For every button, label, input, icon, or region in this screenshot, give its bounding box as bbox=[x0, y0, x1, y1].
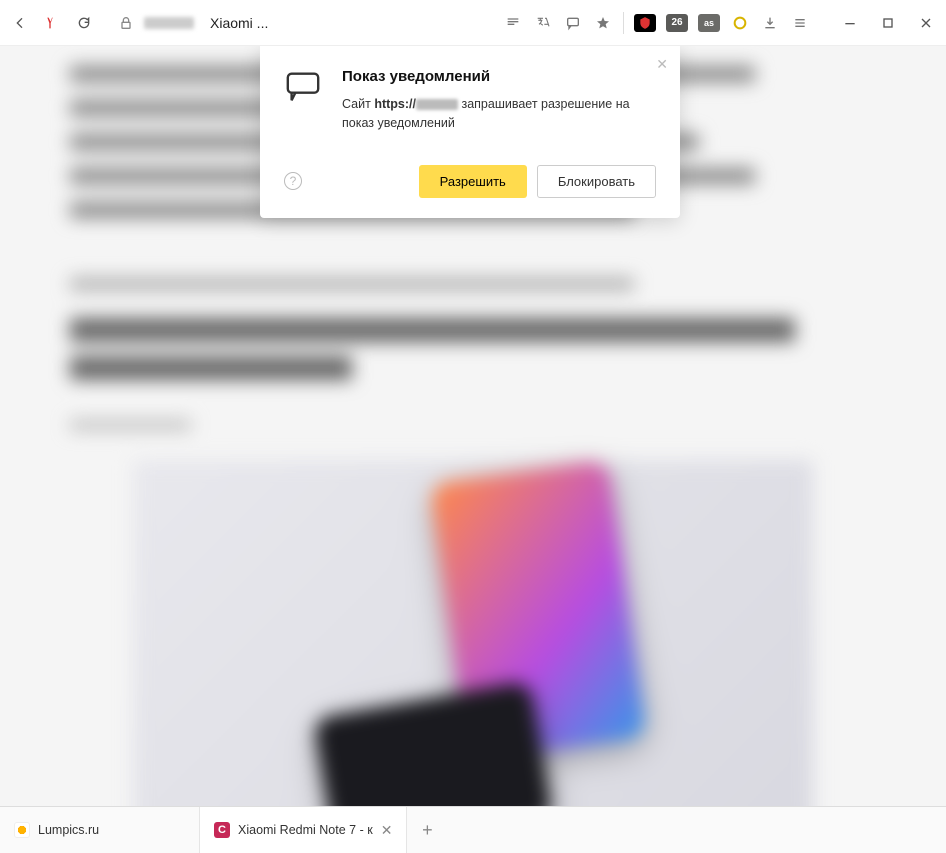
lock-icon bbox=[116, 13, 136, 33]
toolbar-actions: 26 as bbox=[503, 12, 810, 34]
popup-title: Показ уведомлений bbox=[342, 68, 656, 85]
popup-arrow bbox=[526, 46, 543, 54]
menu-icon[interactable] bbox=[790, 13, 810, 33]
site-name-blurred bbox=[416, 99, 458, 110]
address-bar[interactable]: Xiaomi ... bbox=[116, 13, 268, 33]
minimize-button[interactable] bbox=[840, 13, 860, 33]
reload-button[interactable] bbox=[74, 13, 94, 33]
allow-button[interactable]: Разрешить bbox=[419, 165, 527, 198]
back-button[interactable] bbox=[10, 13, 30, 33]
favicon-icon bbox=[14, 822, 30, 838]
tab-close-button[interactable]: ✕ bbox=[381, 822, 393, 839]
comment-icon[interactable] bbox=[563, 13, 583, 33]
reader-mode-icon[interactable] bbox=[503, 13, 523, 33]
popup-message: Сайт https:// запрашивает разрешение на … bbox=[342, 95, 656, 133]
bookmark-icon[interactable] bbox=[593, 13, 613, 33]
speech-bubble-icon bbox=[284, 68, 324, 133]
tab-label: Xiaomi Redmi Note 7 - к bbox=[238, 823, 373, 837]
yandex-home-button[interactable] bbox=[42, 13, 62, 33]
extension-as-icon[interactable]: as bbox=[698, 14, 720, 32]
maximize-button[interactable] bbox=[878, 13, 898, 33]
block-button[interactable]: Блокировать bbox=[537, 165, 656, 198]
tab-xiaomi[interactable]: C Xiaomi Redmi Note 7 - к ✕ bbox=[200, 807, 407, 853]
tab-lumpics[interactable]: Lumpics.ru bbox=[0, 807, 200, 853]
toolbar-divider bbox=[623, 12, 624, 34]
new-tab-button[interactable]: + bbox=[407, 807, 447, 853]
page-content: ✕ Показ уведомлений Сайт https:// запраш… bbox=[0, 46, 946, 806]
page-title: Xiaomi ... bbox=[210, 15, 268, 31]
favicon-icon: C bbox=[214, 822, 230, 838]
help-icon[interactable]: ? bbox=[284, 172, 302, 190]
tab-label: Lumpics.ru bbox=[38, 823, 99, 837]
downloads-icon[interactable] bbox=[760, 13, 780, 33]
extension-calendar-icon[interactable]: 26 bbox=[666, 14, 688, 32]
url-host-blurred bbox=[144, 17, 194, 29]
browser-toolbar: Xiaomi ... 26 as bbox=[0, 0, 946, 46]
extension-circle-icon[interactable] bbox=[730, 13, 750, 33]
tab-bar: Lumpics.ru C Xiaomi Redmi Note 7 - к ✕ + bbox=[0, 806, 946, 853]
popup-close-button[interactable]: ✕ bbox=[656, 56, 668, 73]
extension-adblock-icon[interactable] bbox=[634, 14, 656, 32]
close-window-button[interactable] bbox=[916, 13, 936, 33]
translate-icon[interactable] bbox=[533, 13, 553, 33]
notification-permission-popup: ✕ Показ уведомлений Сайт https:// запраш… bbox=[260, 46, 680, 218]
window-controls bbox=[840, 13, 936, 33]
